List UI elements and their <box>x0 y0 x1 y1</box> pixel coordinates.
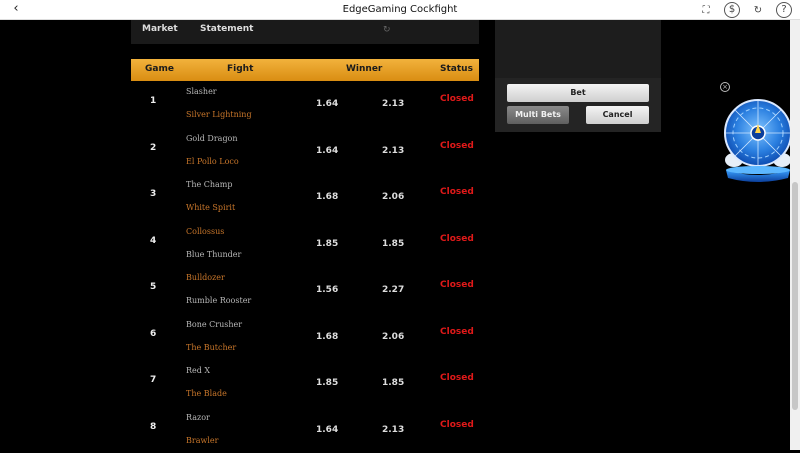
col-fight: Fight <box>227 64 253 74</box>
odds-two[interactable]: 2.13 <box>382 99 404 109</box>
bet-slip-area <box>495 20 661 78</box>
odds-two[interactable]: 1.85 <box>382 378 404 388</box>
table-row[interactable]: 6 Bone Crusher The Butcher 1.68 2.06 Closed <box>131 314 479 361</box>
fullscreen-icon[interactable]: ⛶ <box>698 2 714 18</box>
tab-market[interactable]: Market <box>142 24 178 34</box>
fights-table: Game Fight Winner Status 1 Slasher Silver … <box>131 59 479 453</box>
table-row[interactable]: 5 Bulldozer Rumble Rooster 1.56 2.27 Closed <box>131 267 479 314</box>
fighter-two-name: El Pollo Loco <box>186 157 239 166</box>
odds-one[interactable]: 1.64 <box>316 99 338 109</box>
close-icon[interactable]: × <box>720 82 730 92</box>
table-row[interactable]: 1 Slasher Silver Lightning 1.64 2.13 Closed <box>131 81 479 128</box>
odds-one[interactable]: 1.68 <box>316 192 338 202</box>
tabs-bar: Market Statement ↻ <box>131 20 479 44</box>
status-badge: Closed <box>440 94 474 104</box>
lucky-wheel-widget[interactable]: × <box>718 80 798 185</box>
topbar-actions: ⛶ $ ↻ ? <box>698 2 792 18</box>
odds-two[interactable]: 2.06 <box>382 192 404 202</box>
multi-bets-button[interactable]: Multi Bets <box>507 106 569 124</box>
fighter-one-name: Red X <box>186 366 210 375</box>
statement-refresh-icon[interactable]: ↻ <box>383 25 391 35</box>
odds-one[interactable]: 1.64 <box>316 146 338 156</box>
odds-one[interactable]: 1.56 <box>316 285 338 295</box>
game-number: 8 <box>150 422 156 432</box>
fighter-one-name: The Champ <box>186 180 233 189</box>
status-badge: Closed <box>440 420 474 430</box>
fighter-one-name: Collossus <box>186 227 224 236</box>
help-icon[interactable]: ? <box>776 2 792 18</box>
table-body: 1 Slasher Silver Lightning 1.64 2.13 Closed 2 G… <box>131 81 479 453</box>
fighter-two-name: Brawler <box>186 436 218 445</box>
fighter-two-name: Blue Thunder <box>186 250 241 259</box>
odds-two[interactable]: 2.06 <box>382 332 404 342</box>
game-number: 7 <box>150 375 156 385</box>
table-row[interactable]: 3 The Champ White Spirit 1.68 2.06 Closed <box>131 174 479 221</box>
vertical-scrollbar[interactable] <box>790 20 800 450</box>
tab-statement[interactable]: Statement <box>200 24 253 34</box>
status-badge: Closed <box>440 187 474 197</box>
refresh-icon[interactable]: ↻ <box>750 2 766 18</box>
fighter-one-name: Slasher <box>186 87 217 96</box>
scrollbar-thumb[interactable] <box>792 182 798 410</box>
currency-icon[interactable]: $ <box>724 2 740 18</box>
col-game: Game <box>145 64 174 74</box>
cancel-button[interactable]: Cancel <box>586 106 649 124</box>
fighter-two-name: Rumble Rooster <box>186 296 251 305</box>
fighter-two-name: Silver Lightning <box>186 110 252 119</box>
fighter-one-name: Razor <box>186 413 210 422</box>
odds-two[interactable]: 2.27 <box>382 285 404 295</box>
status-badge: Closed <box>440 327 474 337</box>
odds-two[interactable]: 1.85 <box>382 239 404 249</box>
table-row[interactable]: 4 Collossus Blue Thunder 1.85 1.85 Closed <box>131 221 479 268</box>
fighter-one-name: Bone Crusher <box>186 320 242 329</box>
game-number: 6 <box>150 329 156 339</box>
odds-one[interactable]: 1.85 <box>316 378 338 388</box>
fighter-two-name: The Butcher <box>186 343 236 352</box>
fighter-one-name: Bulldozer <box>186 273 225 282</box>
fighter-two-name: White Spirit <box>186 203 235 212</box>
table-row[interactable]: 2 Gold Dragon El Pollo Loco 1.64 2.13 Closed <box>131 128 479 175</box>
col-winner: Winner <box>346 64 382 74</box>
window-title: EdgeGaming Cockfight <box>0 0 800 20</box>
odds-two[interactable]: 2.13 <box>382 146 404 156</box>
status-badge: Closed <box>440 373 474 383</box>
table-header: Game Fight Winner Status <box>131 59 479 81</box>
bet-panel: Bet Multi Bets Cancel <box>495 20 661 132</box>
game-number: 1 <box>150 96 156 106</box>
game-number: 5 <box>150 282 156 292</box>
table-row[interactable]: 7 Red X The Blade 1.85 1.85 Closed <box>131 360 479 407</box>
col-status: Status <box>440 64 473 74</box>
game-number: 3 <box>150 189 156 199</box>
bet-button[interactable]: Bet <box>507 84 649 102</box>
odds-one[interactable]: 1.68 <box>316 332 338 342</box>
game-number: 2 <box>150 143 156 153</box>
status-badge: Closed <box>440 280 474 290</box>
odds-one[interactable]: 1.64 <box>316 425 338 435</box>
status-badge: Closed <box>440 234 474 244</box>
fighter-two-name: The Blade <box>186 389 227 398</box>
lucky-wheel-icon[interactable] <box>718 80 798 185</box>
odds-one[interactable]: 1.85 <box>316 239 338 249</box>
odds-two[interactable]: 2.13 <box>382 425 404 435</box>
game-number: 4 <box>150 236 156 246</box>
fighter-one-name: Gold Dragon <box>186 134 238 143</box>
top-bar: ‹ EdgeGaming Cockfight ⛶ $ ↻ ? <box>0 0 800 20</box>
table-row[interactable]: 8 Razor Brawler 1.64 2.13 Closed <box>131 407 479 453</box>
status-badge: Closed <box>440 141 474 151</box>
